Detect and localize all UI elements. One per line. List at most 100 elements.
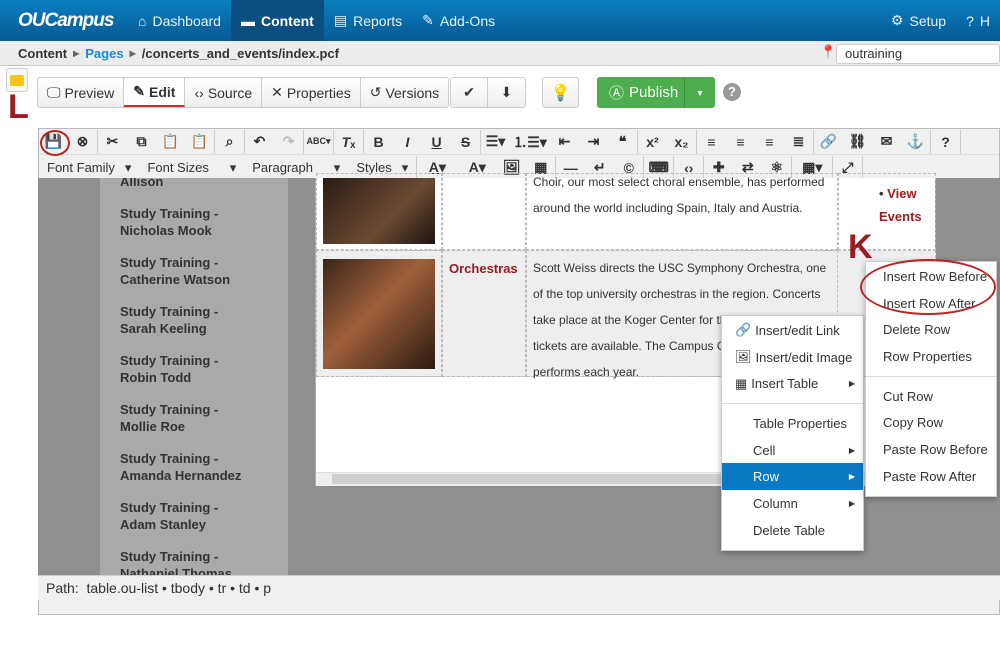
sidebar-link[interactable]: Study Training - Mollie Roe [100, 401, 265, 436]
tab-source[interactable]: ‹› Source [185, 78, 263, 107]
spellcheck-icon[interactable]: ABC▾ [304, 136, 333, 147]
undo-icon[interactable]: ↶ [245, 133, 274, 150]
menu-item-column[interactable]: Column ▶ [722, 490, 863, 517]
menu-item-table-properties[interactable]: Table Properties [722, 410, 863, 437]
nav-addons[interactable]: ✎ Add-Ons [412, 0, 505, 41]
sidebar-link[interactable]: Study Training - Nicholas Mook [100, 205, 280, 240]
find-icon[interactable]: ⌕ [215, 133, 244, 150]
subscript-icon[interactable]: x₂ [667, 134, 696, 150]
menu-item-delete-table[interactable]: Delete Table [722, 517, 863, 544]
align-center-icon[interactable]: ≡ [726, 134, 755, 150]
menu-item-insert-link[interactable]: 🔗 Insert/edit Link [722, 317, 863, 344]
logo[interactable]: OUCampus [0, 10, 128, 32]
menu-item-copy-row[interactable]: Copy Row [866, 409, 996, 436]
align-left-icon[interactable]: ≡ [697, 134, 726, 150]
anchor-icon[interactable]: ⚓ [901, 133, 930, 150]
gear-icon: ⚙ [890, 12, 904, 28]
blockquote-icon[interactable]: ❝ [608, 133, 637, 150]
tab-versions[interactable]: ↺ Versions [361, 78, 448, 107]
menu-item-row[interactable]: Row ▶ [722, 463, 863, 491]
cut-icon[interactable]: ✂ [98, 133, 127, 150]
menu-label: Row [753, 469, 780, 485]
nav-setup[interactable]: ⚙ Setup [881, 0, 956, 41]
breadcrumb-pages[interactable]: Pages [85, 46, 123, 61]
scrollbar-thumb[interactable] [332, 474, 732, 484]
bullet-list-icon[interactable]: ☰▾ [481, 133, 510, 150]
font-sizes-dropdown[interactable]: Font Sizes ▾ [139, 160, 244, 176]
menu-item-paste-row-before[interactable]: Paste Row Before [866, 436, 996, 463]
breadcrumb-content[interactable]: Content [18, 46, 67, 61]
font-family-dropdown[interactable]: Font Family ▾ [39, 160, 139, 176]
menu-item-insert-table[interactable]: ▦ Insert Table ▶ [722, 370, 863, 397]
check-in-button[interactable]: ✔ [451, 78, 488, 107]
menu-label: Insert Table [751, 376, 819, 392]
toolbar-row-1: 💾 ⊗ ✂ ⧉ 📋 📋 ⌕ ↶ ↷ ABC▾ Tₓ BIUS ☰▾ ⒈☰▾ ⇤ ⇥ ❝ x² x₂ ≡ ≡… [39, 129, 999, 155]
tab-edit[interactable]: ✎ Edit [124, 78, 186, 107]
superscript-icon[interactable]: x² [638, 134, 667, 150]
page-check-button[interactable]: 💡 [542, 77, 579, 108]
table-cell[interactable] [316, 173, 442, 250]
table-cell[interactable]: Orchestras [442, 250, 526, 377]
underline-icon[interactable]: U [422, 134, 451, 150]
chevron-right-icon: ▶ [848, 472, 855, 482]
sidebar-link[interactable]: Study Training - Adam Stanley [100, 499, 270, 534]
dropdown-label: Font Family [47, 159, 115, 175]
sidebar-link[interactable]: Study Training - Sarah Keeling [100, 303, 265, 338]
numbered-list-icon[interactable]: ⒈☰▾ [510, 132, 550, 152]
menu-item-cut-row[interactable]: Cut Row [866, 383, 996, 410]
location-pin-icon: 📍 [820, 44, 837, 59]
save-version-button[interactable]: ⬇ [488, 78, 525, 107]
menu-label: Cell [753, 442, 776, 458]
table-cell[interactable] [442, 173, 526, 250]
nav-reports[interactable]: ▤ Reports [324, 0, 412, 41]
redo-icon[interactable]: ↷ [274, 133, 303, 150]
publish-button[interactable]: Ⓐ Publish ▼ [597, 77, 715, 108]
unlink-icon[interactable]: ⛓ [843, 133, 872, 150]
sidebar-link[interactable]: Study Training - Nathaniel Thomas [100, 548, 280, 576]
publish-label: Publish [629, 84, 679, 101]
sidebar-link[interactable]: Study Training - Amanda Hernandez [100, 450, 270, 485]
dropdown-label: Font Sizes [147, 159, 209, 175]
paste-text-icon[interactable]: 📋 [185, 133, 214, 150]
nav-content[interactable]: ▬ Content [230, 0, 324, 41]
tab-label: Preview [64, 84, 115, 101]
sidebar-link[interactable]: Allison [100, 178, 288, 191]
tab-properties[interactable]: ✕ Properties [262, 78, 361, 107]
menu-item-row-properties[interactable]: Row Properties [866, 343, 996, 370]
menu-item-paste-row-after[interactable]: Paste Row After [866, 463, 996, 490]
table-cell[interactable]: Choir, our most select choral ensemble, … [526, 173, 838, 250]
italic-icon[interactable]: I [393, 134, 422, 150]
align-right-icon[interactable]: ≡ [755, 134, 784, 150]
nav-dashboard[interactable]: ⌂ Dashboard [128, 0, 231, 41]
menu-item-delete-row[interactable]: Delete Row [866, 316, 996, 343]
email-icon[interactable]: ✉ [872, 133, 901, 150]
link-icon[interactable]: 🔗 [814, 133, 843, 150]
chevron-right-icon: ▶ [73, 48, 80, 58]
indent-icon[interactable]: ⇥ [579, 133, 608, 150]
menu-item-insert-image[interactable]: 🖼 Insert/edit Image [722, 344, 863, 371]
view-tabs: 🖵 Preview ✎ Edit ‹› Source ✕ Properties ↺ Ver… [37, 77, 450, 108]
copy-icon[interactable]: ⧉ [127, 133, 156, 150]
tab-preview[interactable]: 🖵 Preview [38, 78, 125, 107]
nav-help[interactable]: ? H [956, 0, 1000, 41]
bold-icon[interactable]: B [364, 134, 393, 150]
folder-icon [10, 74, 24, 86]
justify-icon[interactable]: ≣ [784, 133, 813, 150]
sidebar-link[interactable]: Study Training - Robin Todd [100, 352, 265, 387]
sidebar-link[interactable]: Study Training - Catherine Watson [100, 254, 280, 289]
strikethrough-icon[interactable]: S [451, 134, 480, 150]
help-icon[interactable]: ? [931, 134, 960, 150]
top-nav: OUCampus ⌂ Dashboard ▬ Content ▤ Reports ✎ A… [0, 0, 1000, 41]
outdent-icon[interactable]: ⇤ [550, 133, 579, 150]
help-icon[interactable]: ? [723, 83, 741, 101]
paste-icon[interactable]: 📋 [156, 133, 185, 150]
nav-label: Setup [909, 12, 947, 29]
menu-label: Insert/edit Link [755, 322, 840, 338]
publish-dropdown-caret-icon[interactable]: ▼ [685, 88, 715, 98]
site-selector[interactable]: outraining [836, 44, 1000, 64]
table-cell[interactable] [316, 250, 442, 377]
clear-formatting-icon[interactable]: Tₓ [334, 134, 363, 150]
menu-item-cell[interactable]: Cell ▶ [722, 437, 863, 464]
annotation-k: K [848, 228, 873, 266]
cancel-icon[interactable]: ⊗ [68, 133, 97, 150]
